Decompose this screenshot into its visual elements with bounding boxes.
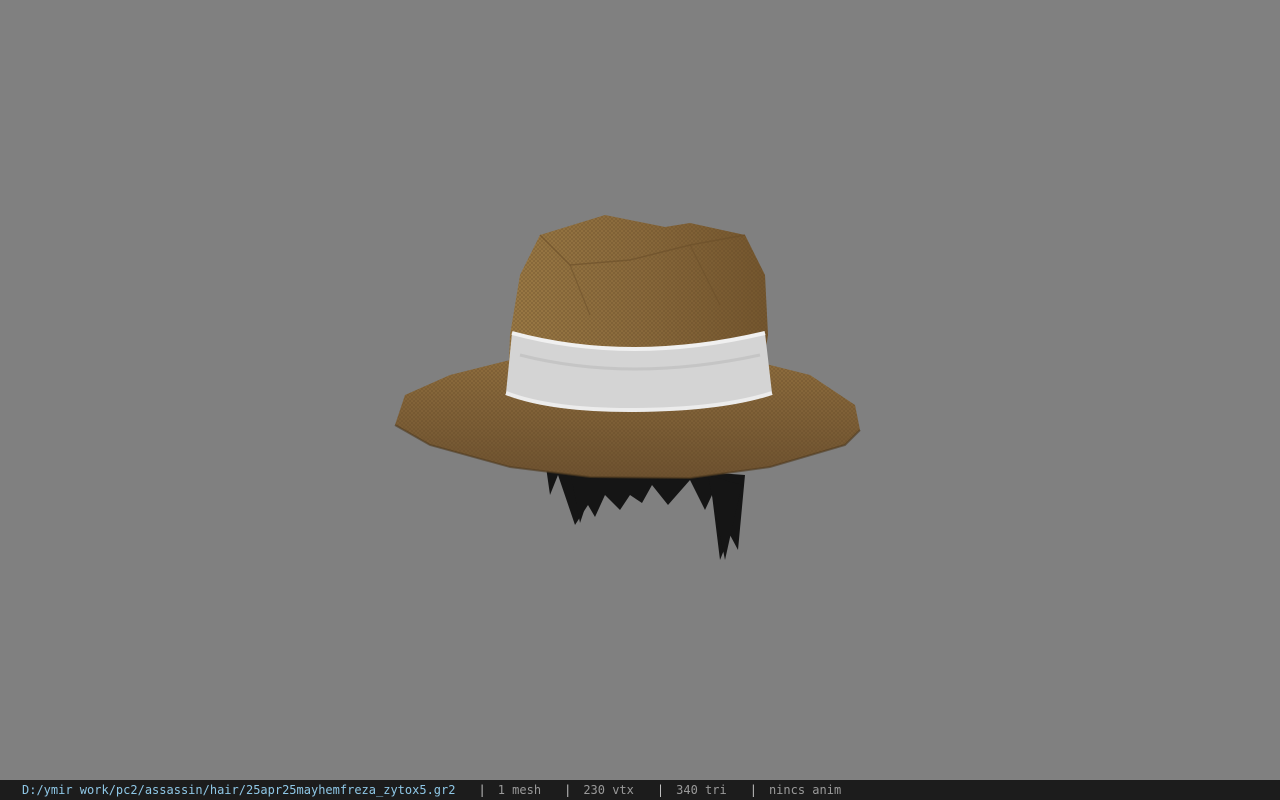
status-separator: | (656, 783, 665, 797)
3d-viewport[interactable] (0, 0, 1280, 780)
triangle-count: 340 tri (676, 783, 727, 797)
mesh-count: 1 mesh (497, 783, 542, 797)
status-separator: | (478, 783, 486, 797)
status-bar: D:/ymir work/pc2/assassin/hair/25apr25ma… (0, 780, 1280, 800)
vertex-count: 230 vtx (583, 783, 634, 797)
hat-model-icon (394, 215, 861, 560)
status-separator: | (564, 783, 572, 797)
file-path: D:/ymir work/pc2/assassin/hair/25apr25ma… (22, 783, 456, 797)
status-separator: | (749, 783, 757, 797)
animation-status: nincs anim (768, 783, 842, 797)
